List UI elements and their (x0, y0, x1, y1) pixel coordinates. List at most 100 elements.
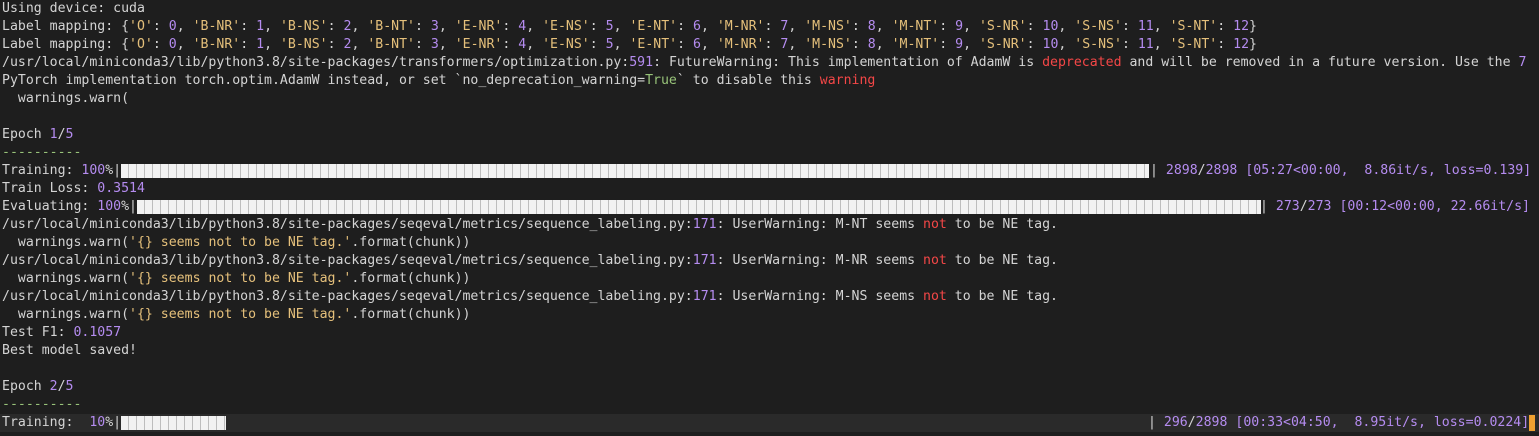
text-segment: 'S-NS' (1074, 37, 1122, 52)
text-segment: 1 (256, 19, 265, 34)
text-segment: : (152, 19, 169, 34)
text-segment: '{} seems not to be NE tag.' (129, 271, 352, 286)
progress-bar-open: %| (105, 415, 122, 430)
text-segment: /usr/local/miniconda3/lib/python3.8/site… (2, 55, 630, 70)
text-segment: 10 (1042, 37, 1059, 52)
text-segment: 5 (605, 19, 614, 34)
terminal-line: warnings.warn('{} seems not to be NE tag… (2, 270, 1539, 288)
text-segment: .format(chunk)) (351, 271, 471, 286)
text-segment: , (351, 37, 368, 52)
terminal-line: PyTorch implementation torch.optim.AdamW… (2, 72, 1539, 90)
text-segment: , (963, 19, 979, 34)
text-segment: : (415, 19, 431, 34)
evaluating-progress-epoch1: Evaluating: 100%| | 273/273 [00:12<00:00,… (2, 198, 1539, 216)
terminal-line: Best model saved! (2, 342, 1539, 360)
text-segment: deprecated (1042, 55, 1122, 70)
text-segment: 'B-NT' (367, 19, 415, 34)
terminal-cursor (1529, 415, 1536, 431)
text-segment: 'E-NT' (629, 19, 678, 34)
text-segment: /usr/local/miniconda3/lib/python3.8/site… (2, 217, 693, 232)
text-segment: to be NE tag. (946, 289, 1058, 304)
text-segment: : (1026, 37, 1043, 52)
text-segment: .format(chunk)) (351, 235, 471, 250)
text-segment: ---------- (2, 397, 82, 412)
text-segment: : (589, 19, 606, 34)
text-segment: 9 (955, 37, 964, 52)
text-segment: 6 (693, 19, 701, 34)
text-segment: , (526, 37, 543, 52)
text-segment: 5 (605, 37, 614, 52)
progress-count-total: 2898 (1205, 163, 1238, 178)
terminal-line: Epoch 1/5 (2, 126, 1539, 144)
text-segment: 1 (256, 37, 265, 52)
text-segment: : (327, 37, 344, 52)
text-segment: 171 (692, 289, 717, 304)
text-segment: 'M-NR' (716, 37, 765, 52)
terminal-output[interactable]: Using device: cuda Label mapping: {'O': 0… (0, 0, 1539, 436)
text-segment: : (1121, 37, 1138, 52)
progress-bar-fill (121, 416, 227, 430)
text-segment: : (152, 37, 169, 52)
progress-stats: | 273/273 [00:12<00:00, 22.66it/s] (1260, 198, 1530, 216)
text-segment: 0 (168, 37, 177, 52)
progress-percent: 100 (81, 163, 106, 178)
text-segment: : (1217, 37, 1234, 52)
text-segment: 'M-NS' (804, 37, 852, 52)
text-segment: 'E-NS' (542, 19, 590, 34)
progress-bar-open: %| (105, 163, 122, 178)
text-segment: /usr/local/miniconda3/lib/python3.8/site… (2, 253, 693, 268)
text-segment: : (589, 37, 606, 52)
text-segment: : (327, 19, 344, 34)
text-segment: : (764, 37, 781, 52)
text-segment: : (939, 37, 956, 52)
progress-count-done: 273 (1275, 199, 1300, 214)
text-segment: } (1249, 19, 1257, 34)
text-segment: : UserWarning: M-NS seems (716, 289, 924, 304)
text-segment: : (851, 37, 868, 52)
text-segment: , (788, 37, 805, 52)
text-segment: 'E-NR' (454, 37, 503, 52)
progress-stats: | 2898/2898 [05:27<00:00, 8.86it/s, loss… (1150, 162, 1531, 180)
text-segment: } (1249, 37, 1257, 52)
text-segment: : UserWarning: M-NT seems (716, 217, 924, 232)
text-segment: , (875, 37, 892, 52)
terminal-line: Test F1: 0.1057 (2, 324, 1539, 342)
text-segment: , (700, 37, 717, 52)
text-segment: 'O' (129, 19, 153, 34)
text-segment: not (923, 253, 947, 268)
text-segment: : (240, 19, 257, 34)
text-segment: , (963, 37, 979, 52)
text-segment: Best model saved! (2, 343, 137, 358)
text-segment: warning (819, 73, 876, 88)
terminal-line: /usr/local/miniconda3/lib/python3.8/site… (2, 54, 1539, 72)
text-segment: 0 (168, 19, 177, 34)
text-segment: not (923, 289, 947, 304)
text-segment: Epoch (2, 379, 50, 394)
text-segment: , (875, 19, 892, 34)
text-segment: 'B-NS' (279, 19, 328, 34)
text-segment: , (526, 19, 543, 34)
text-segment: True (645, 73, 677, 88)
text-segment: : (502, 19, 519, 34)
text-segment: : (1121, 19, 1138, 34)
text-segment: '{} seems not to be NE tag.' (129, 235, 352, 250)
text-segment: 9 (955, 19, 964, 34)
text-segment: : UserWarning: M-NR seems (716, 253, 924, 268)
text-segment: , (438, 19, 455, 34)
text-segment: : (764, 19, 781, 34)
terminal-line: /usr/local/miniconda3/lib/python3.8/site… (2, 252, 1539, 270)
progress-bar-open: %| (121, 199, 137, 214)
text-segment: 8 (867, 19, 876, 34)
terminal-line: /usr/local/miniconda3/lib/python3.8/site… (2, 288, 1539, 306)
terminal-line: Train Loss: 0.3514 (2, 180, 1539, 198)
text-segment: 0.1057 (73, 325, 122, 340)
progress-bar-close: | (1260, 199, 1276, 214)
terminal-line: Label mapping: {'O': 0, 'B-NR': 1, 'B-NS… (2, 18, 1539, 36)
text-segment: , (264, 19, 280, 34)
text-segment: : (1026, 19, 1043, 34)
text-segment: 3 (430, 19, 439, 34)
training-progress-epoch1: Training: 100%| | 2898/2898 [05:27<00:00,… (2, 162, 1539, 180)
progress-count-sep: / (1197, 163, 1206, 178)
